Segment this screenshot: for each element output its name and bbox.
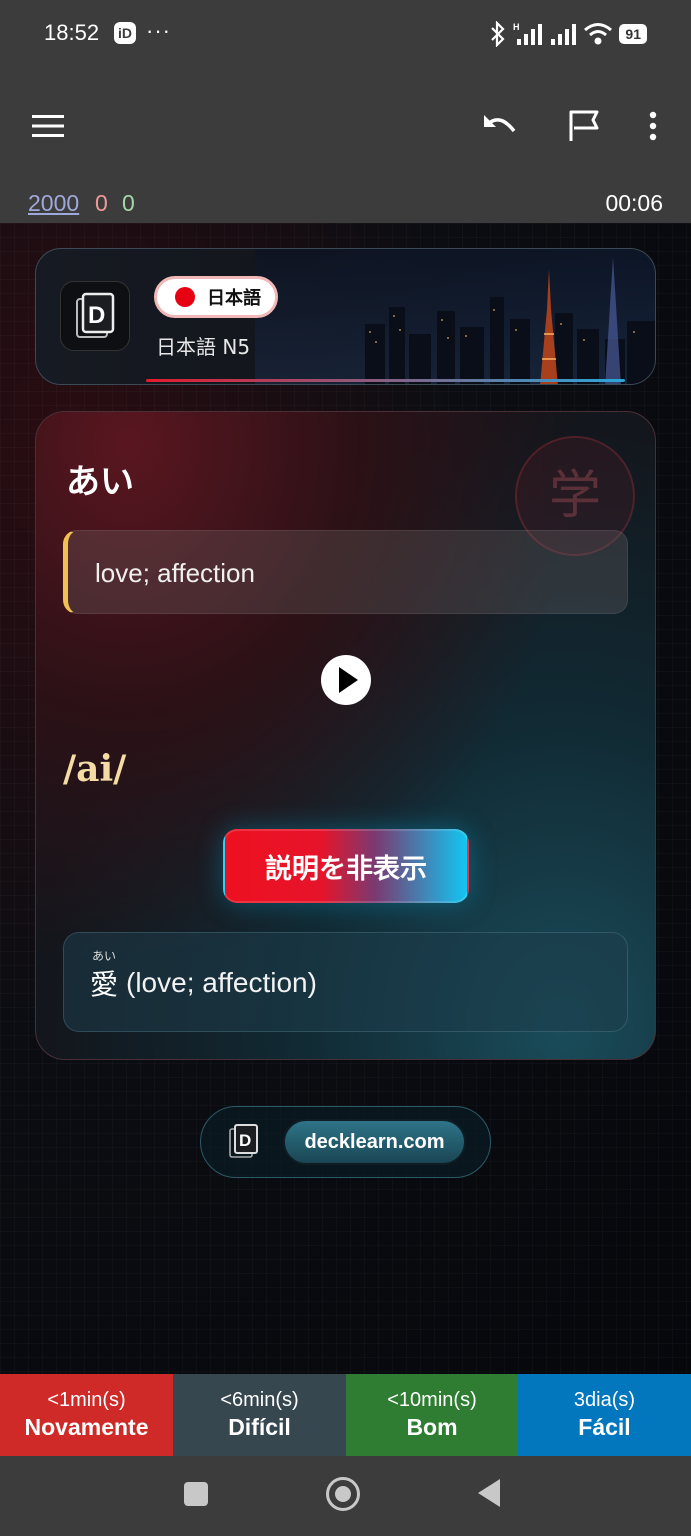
footer-badge: D decklearn.com bbox=[200, 1106, 491, 1178]
status-time: 18:52 bbox=[44, 20, 100, 45]
play-audio-button[interactable] bbox=[321, 655, 371, 705]
home-icon[interactable] bbox=[326, 1477, 360, 1511]
language-label: 日本語 bbox=[207, 288, 261, 309]
decklearn-small-logo: D bbox=[229, 1124, 258, 1158]
more-vert-icon[interactable] bbox=[640, 108, 666, 144]
card-timer: 00:06 bbox=[605, 190, 663, 216]
card-content: D 日本語 日本語 N5 学 あい love; affection /ai/ 説… bbox=[0, 223, 691, 1374]
flag-icon[interactable] bbox=[566, 108, 602, 144]
learning-count: 0 bbox=[95, 190, 108, 216]
back-icon[interactable] bbox=[478, 1479, 500, 1507]
furigana-reading: あい bbox=[92, 949, 117, 963]
svg-text:D: D bbox=[88, 302, 105, 329]
counts-bar: 2000 0 0 00:06 bbox=[0, 182, 691, 223]
signal-h-icon: H bbox=[513, 22, 543, 45]
card-word: あい bbox=[66, 462, 134, 502]
wifi-icon bbox=[584, 23, 613, 45]
menu-icon[interactable] bbox=[30, 108, 66, 144]
review-count: 0 bbox=[122, 190, 135, 216]
hide-explanation-button[interactable]: 説明を非表示 bbox=[223, 829, 469, 903]
again-label: Novamente bbox=[24, 1414, 149, 1440]
again-button[interactable]: <1min(s) Novamente bbox=[0, 1374, 173, 1456]
app-notification-icon: iD bbox=[114, 22, 136, 44]
header-accent-line bbox=[146, 379, 625, 382]
easy-interval: 3dia(s) bbox=[573, 1389, 636, 1411]
new-count[interactable]: 2000 bbox=[28, 190, 79, 217]
system-nav-bar bbox=[0, 1456, 691, 1536]
japan-flag-icon bbox=[175, 287, 195, 307]
example-box: あい 愛 (love; affection) bbox=[63, 932, 628, 1032]
more-notifications-icon: ··· bbox=[146, 18, 171, 43]
hard-label: Difícil bbox=[228, 1414, 291, 1440]
svg-text:H: H bbox=[513, 22, 520, 32]
meaning-box: love; affection bbox=[63, 530, 628, 614]
easy-label: Fácil bbox=[578, 1414, 631, 1440]
good-button[interactable]: <10min(s) Bom bbox=[346, 1374, 518, 1456]
good-label: Bom bbox=[406, 1414, 458, 1440]
answer-buttons: <1min(s) Novamente <6min(s) Difícil <10m… bbox=[0, 1374, 691, 1456]
easy-button[interactable]: 3dia(s) Fácil bbox=[518, 1374, 691, 1456]
decklearn-logo: D bbox=[60, 281, 130, 351]
furigana-word: あい 愛 bbox=[90, 949, 118, 1003]
again-interval: <1min(s) bbox=[47, 1389, 126, 1411]
hard-button[interactable]: <6min(s) Difícil bbox=[173, 1374, 346, 1456]
recents-icon[interactable] bbox=[184, 1482, 208, 1506]
meaning-text: love; affection bbox=[95, 558, 255, 588]
hard-interval: <6min(s) bbox=[220, 1389, 299, 1411]
toolbar bbox=[0, 68, 691, 182]
good-interval: <10min(s) bbox=[387, 1389, 477, 1411]
play-icon bbox=[339, 667, 358, 693]
kanji-text: 愛 bbox=[90, 968, 119, 1001]
city-skyline-image bbox=[255, 249, 655, 384]
undo-icon[interactable] bbox=[480, 108, 520, 144]
flashcard: 学 あい love; affection /ai/ 説明を非表示 あい 愛 (l… bbox=[35, 411, 656, 1060]
deck-header-card: D 日本語 日本語 N5 bbox=[35, 248, 656, 385]
battery-icon: 91 bbox=[619, 24, 647, 44]
signal-icon bbox=[551, 24, 577, 45]
example-translation: (love; affection) bbox=[126, 967, 317, 998]
status-icons: H 91 bbox=[489, 20, 647, 48]
website-link[interactable]: decklearn.com bbox=[283, 1119, 466, 1165]
status-bar: 18:52 iD ··· H 91 bbox=[0, 0, 691, 68]
language-badge: 日本語 bbox=[154, 276, 278, 318]
phonetic-text: /ai/ bbox=[63, 748, 127, 790]
bluetooth-icon bbox=[491, 21, 505, 47]
deck-name: 日本語 N5 bbox=[156, 335, 251, 359]
svg-text:D: D bbox=[239, 1131, 251, 1150]
